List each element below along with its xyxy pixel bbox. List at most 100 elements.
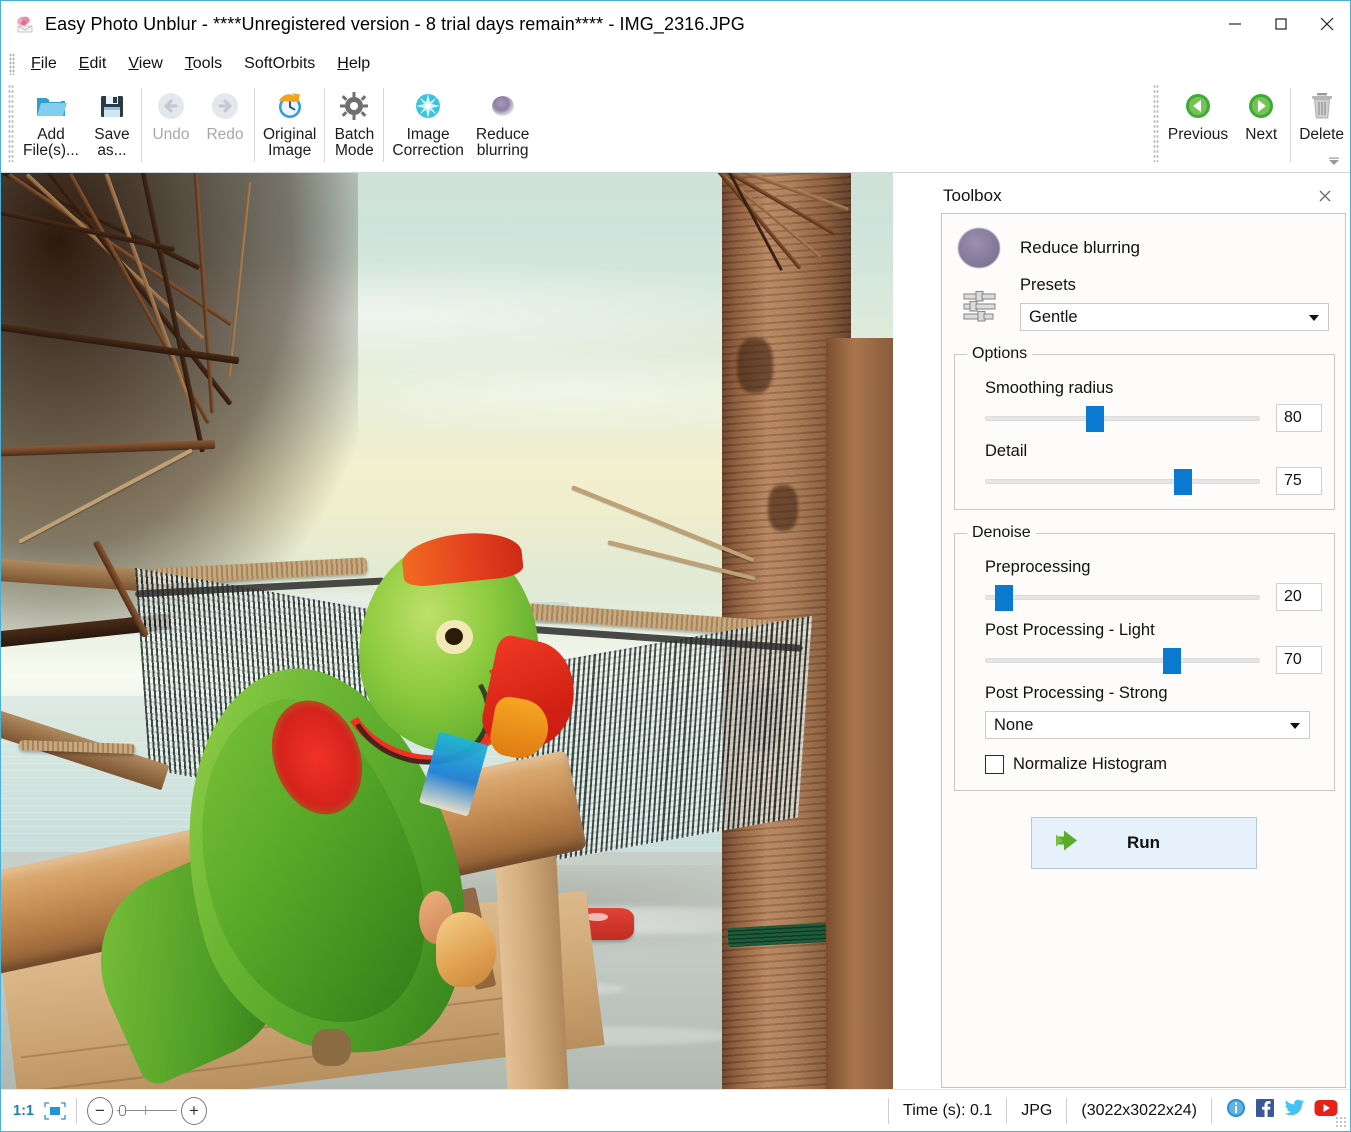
toolbar-grip-right[interactable] [1153, 84, 1159, 162]
photo-parrot-hammock [1, 173, 893, 1090]
next-button[interactable]: Next [1234, 80, 1288, 143]
toolbar-separator-4 [383, 88, 384, 162]
menu-item-tools[interactable]: Tools [174, 52, 233, 76]
twitter-icon[interactable] [1284, 1098, 1305, 1123]
preprocessing-label: Preprocessing [985, 558, 1322, 577]
info-icon[interactable] [1226, 1098, 1246, 1123]
time-status: Time (s): 0.1 [888, 1098, 1006, 1124]
toolbox-header: Toolbox [939, 179, 1346, 213]
detail-label: Detail [985, 442, 1322, 461]
presets-dropdown[interactable]: Gentle [1020, 303, 1329, 331]
reduce-blurring-label: Reduce blurring [476, 127, 529, 160]
toolbar-separator-3 [324, 88, 325, 162]
slider-thumb[interactable] [1163, 648, 1181, 674]
original-image-button[interactable]: Original Image [257, 80, 322, 160]
dimensions-status: (3022x3022x24) [1066, 1098, 1211, 1124]
normalize-histogram-row[interactable]: Normalize Histogram [985, 755, 1322, 774]
slider-thumb[interactable] [1086, 406, 1104, 432]
chevron-down-icon [1309, 315, 1319, 321]
preprocessing-slider[interactable] [985, 584, 1260, 610]
redo-button[interactable]: Redo [198, 80, 252, 143]
minimize-button[interactable] [1212, 1, 1258, 47]
menu-item-file[interactable]: FFileile [20, 52, 68, 76]
smoothing-radius-value[interactable]: 80 [1276, 404, 1322, 432]
parrot-foot [312, 1029, 351, 1066]
zoom-slider-track[interactable] [117, 1110, 177, 1111]
facebook-icon[interactable] [1255, 1098, 1275, 1123]
window-controls [1212, 1, 1350, 47]
zoom-ratio-label[interactable]: 1:1 [13, 1103, 34, 1119]
window-title: Easy Photo Unblur - ****Unregistered ver… [45, 14, 745, 35]
post-processing-strong-dropdown[interactable]: None [985, 711, 1310, 739]
redo-label: Redo [206, 127, 243, 143]
trunk-notch [768, 485, 798, 531]
preprocessing-value[interactable]: 20 [1276, 583, 1322, 611]
menu-item-softorbits[interactable]: SoftOrbits [233, 52, 326, 76]
window-resize-grip[interactable] [1335, 1116, 1347, 1128]
undo-label: Undo [152, 127, 189, 143]
add-files-button[interactable]: Add File(s)... [17, 80, 85, 160]
menu-grip[interactable] [9, 53, 15, 75]
run-button[interactable]: Run [1031, 817, 1257, 869]
detail-value[interactable]: 75 [1276, 467, 1322, 495]
image-canvas[interactable] [1, 173, 893, 1090]
zoom-slider[interactable]: − + [87, 1097, 207, 1125]
post-processing-strong-value: None [994, 716, 1033, 735]
toolbar-grip[interactable] [8, 84, 14, 162]
batch-mode-label: Batch Mode [335, 127, 375, 160]
denoise-group: Denoise Preprocessing 20 Post Processing… [954, 524, 1335, 791]
post-processing-light-value[interactable]: 70 [1276, 646, 1322, 674]
close-button[interactable] [1304, 1, 1350, 47]
save-as-label: Save as... [94, 127, 129, 160]
batch-mode-button[interactable]: Batch Mode [327, 80, 381, 160]
toolbox-body: Reduce blurring [941, 213, 1346, 1088]
undo-button[interactable]: Undo [144, 80, 198, 143]
original-image-label: Original Image [263, 127, 316, 160]
format-status: JPG [1006, 1098, 1066, 1124]
menu-item-edit[interactable]: Edit [68, 52, 118, 76]
detail-slider[interactable] [985, 468, 1260, 494]
slider-thumb[interactable] [1174, 469, 1192, 495]
slider-track [985, 479, 1260, 484]
sliders-icon [958, 276, 1002, 331]
green-double-arrow-icon [1050, 828, 1086, 859]
normalize-histogram-label: Normalize Histogram [1013, 755, 1167, 774]
menu-item-help[interactable]: Help [326, 52, 381, 76]
tool-header: Reduce blurring [942, 214, 1345, 268]
delete-button[interactable]: Delete [1293, 80, 1350, 143]
fit-to-screen-icon[interactable] [44, 1102, 66, 1120]
tool-title: Reduce blurring [1020, 238, 1140, 258]
detail-row: 75 [985, 467, 1322, 495]
parrot-food [436, 912, 496, 986]
add-files-label: Add File(s)... [23, 127, 79, 160]
menu-item-view[interactable]: View [117, 52, 173, 76]
palm-frond-top-right [679, 173, 875, 384]
previous-button[interactable]: Previous [1162, 80, 1234, 143]
smoothing-radius-slider[interactable] [985, 405, 1260, 431]
title-bar: Easy Photo Unblur - ****Unregistered ver… [1, 1, 1350, 47]
status-bar: 1:1 − + Time (s): 0.1 JPG (3022x3022x24) [1, 1089, 1350, 1131]
save-as-button[interactable]: Save as... [85, 80, 139, 160]
zoom-slider-handle[interactable] [119, 1105, 126, 1116]
toolbox-panel: Toolbox Reduce blurring [939, 179, 1346, 1090]
normalize-histogram-checkbox[interactable] [985, 755, 1004, 774]
toolbox-close-icon[interactable] [1314, 185, 1336, 207]
delete-label: Delete [1299, 127, 1344, 143]
options-group: Options Smoothing radius 80 Detail 75 [954, 345, 1335, 510]
post-processing-light-slider[interactable] [985, 647, 1260, 673]
zoom-in-button[interactable]: + [181, 1097, 207, 1125]
reduce-blurring-button[interactable]: Reduce blurring [470, 80, 535, 160]
zoom-out-button[interactable]: − [87, 1097, 113, 1125]
slider-thumb[interactable] [995, 585, 1013, 611]
main-toolbar: Add File(s)... Save as... [1, 80, 1350, 173]
parrot-eye [445, 628, 463, 645]
open-folder-icon [34, 88, 68, 124]
slider-track [985, 658, 1260, 663]
application-window: Easy Photo Unblur - ****Unregistered ver… [0, 0, 1351, 1132]
toolbar-overflow-button[interactable] [1326, 155, 1342, 169]
floppy-save-icon [97, 88, 127, 124]
menu-bar: FFileile Edit View Tools SoftOrbits Help [1, 47, 1350, 80]
maximize-button[interactable] [1258, 1, 1304, 47]
gear-icon [339, 88, 369, 124]
image-correction-button[interactable]: Image Correction [386, 80, 470, 160]
